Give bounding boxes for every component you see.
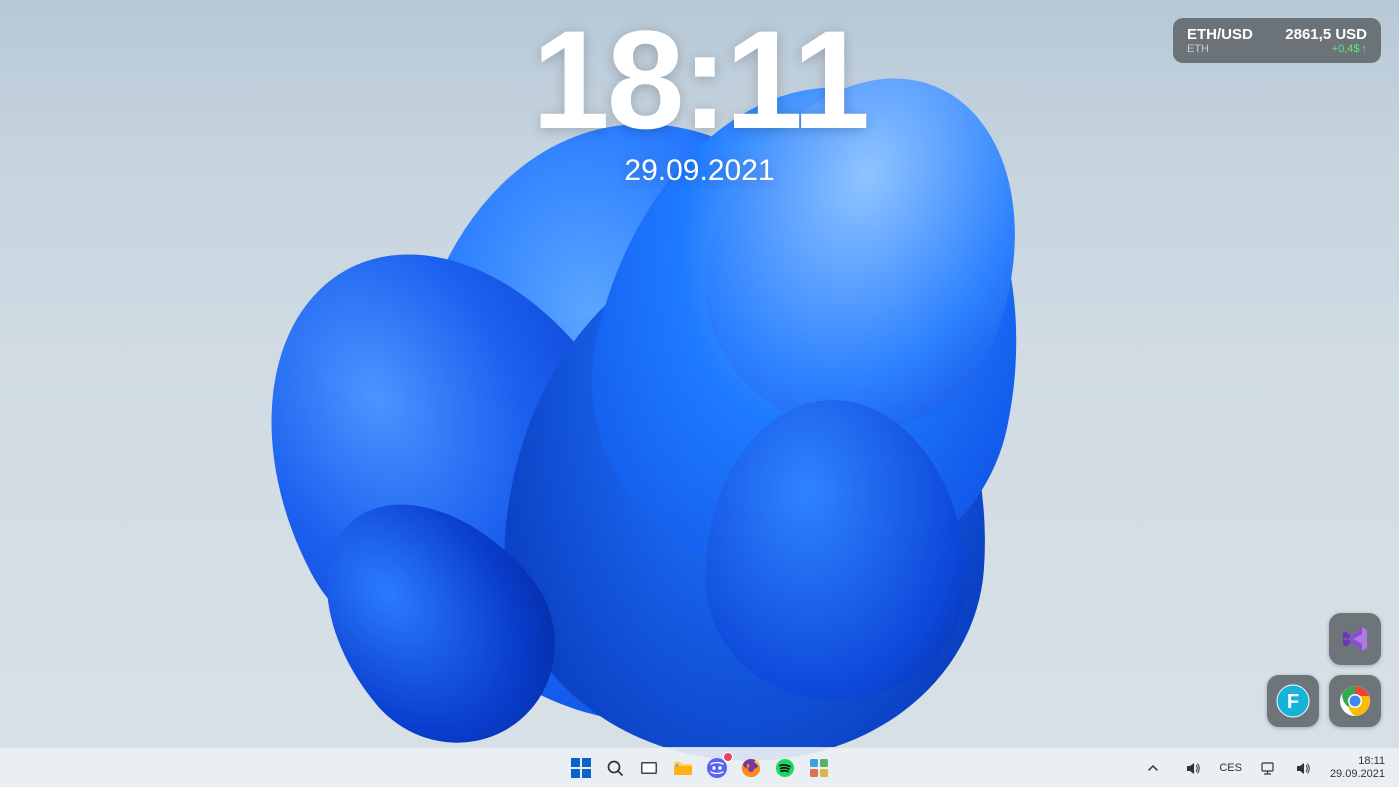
spotify-icon — [775, 758, 795, 778]
taskbar-date: 29.09.2021 — [1330, 768, 1385, 781]
desktop[interactable]: 18:11 29.09.2021 ETH/USD 2861,5 USD ETH … — [0, 0, 1399, 787]
taskbar: CES 18:11 29.09.20 — [0, 747, 1399, 787]
windows-icon — [571, 758, 591, 778]
notification-badge-icon — [723, 752, 733, 762]
f-app-icon: F — [1275, 683, 1311, 719]
folder-icon — [673, 759, 693, 777]
clock-time: 18:11 — [532, 10, 867, 150]
tray-overflow-button[interactable] — [1139, 754, 1167, 782]
clock-widget: 18:11 29.09.2021 — [532, 10, 867, 188]
crypto-change: +0,4$↑ — [1332, 43, 1367, 55]
tray-network[interactable] — [1254, 754, 1282, 782]
tile-chrome[interactable] — [1329, 675, 1381, 727]
crypto-pair: ETH/USD — [1187, 26, 1253, 43]
task-view-icon — [640, 759, 658, 777]
tile-visual-studio[interactable] — [1329, 613, 1381, 665]
taskbar-center — [567, 754, 833, 782]
widgets-button[interactable] — [805, 754, 833, 782]
task-view-button[interactable] — [635, 754, 663, 782]
volume-icon — [1186, 761, 1201, 776]
arrow-up-icon: ↑ — [1362, 43, 1368, 55]
crypto-price: 2861,5 USD — [1285, 26, 1367, 43]
search-button[interactable] — [601, 754, 629, 782]
start-button[interactable] — [567, 754, 595, 782]
visual-studio-icon — [1340, 624, 1370, 654]
taskbar-time: 18:11 — [1330, 755, 1385, 768]
volume-icon — [1296, 761, 1311, 776]
network-icon — [1260, 762, 1275, 775]
chevron-up-icon — [1147, 762, 1159, 774]
spotify-button[interactable] — [771, 754, 799, 782]
tray-volume-2[interactable] — [1290, 754, 1318, 782]
svg-text:F: F — [1287, 691, 1299, 713]
taskbar-clock[interactable]: 18:11 29.09.2021 — [1330, 755, 1391, 781]
language-indicator[interactable]: CES — [1219, 762, 1242, 774]
chrome-icon — [1338, 684, 1372, 718]
tile-f-app[interactable]: F — [1267, 675, 1319, 727]
tray-volume-1[interactable] — [1179, 754, 1207, 782]
discord-button[interactable] — [703, 754, 731, 782]
search-icon — [606, 759, 624, 777]
widgets-icon — [810, 759, 828, 777]
desktop-tiles: F — [1267, 613, 1381, 727]
firefox-button[interactable] — [737, 754, 765, 782]
firefox-icon — [741, 758, 761, 778]
system-tray: CES 18:11 29.09.20 — [1139, 748, 1391, 787]
file-explorer-button[interactable] — [669, 754, 697, 782]
crypto-widget[interactable]: ETH/USD 2861,5 USD ETH +0,4$↑ — [1173, 18, 1381, 63]
crypto-symbol: ETH — [1187, 43, 1209, 55]
clock-date: 29.09.2021 — [532, 154, 867, 188]
